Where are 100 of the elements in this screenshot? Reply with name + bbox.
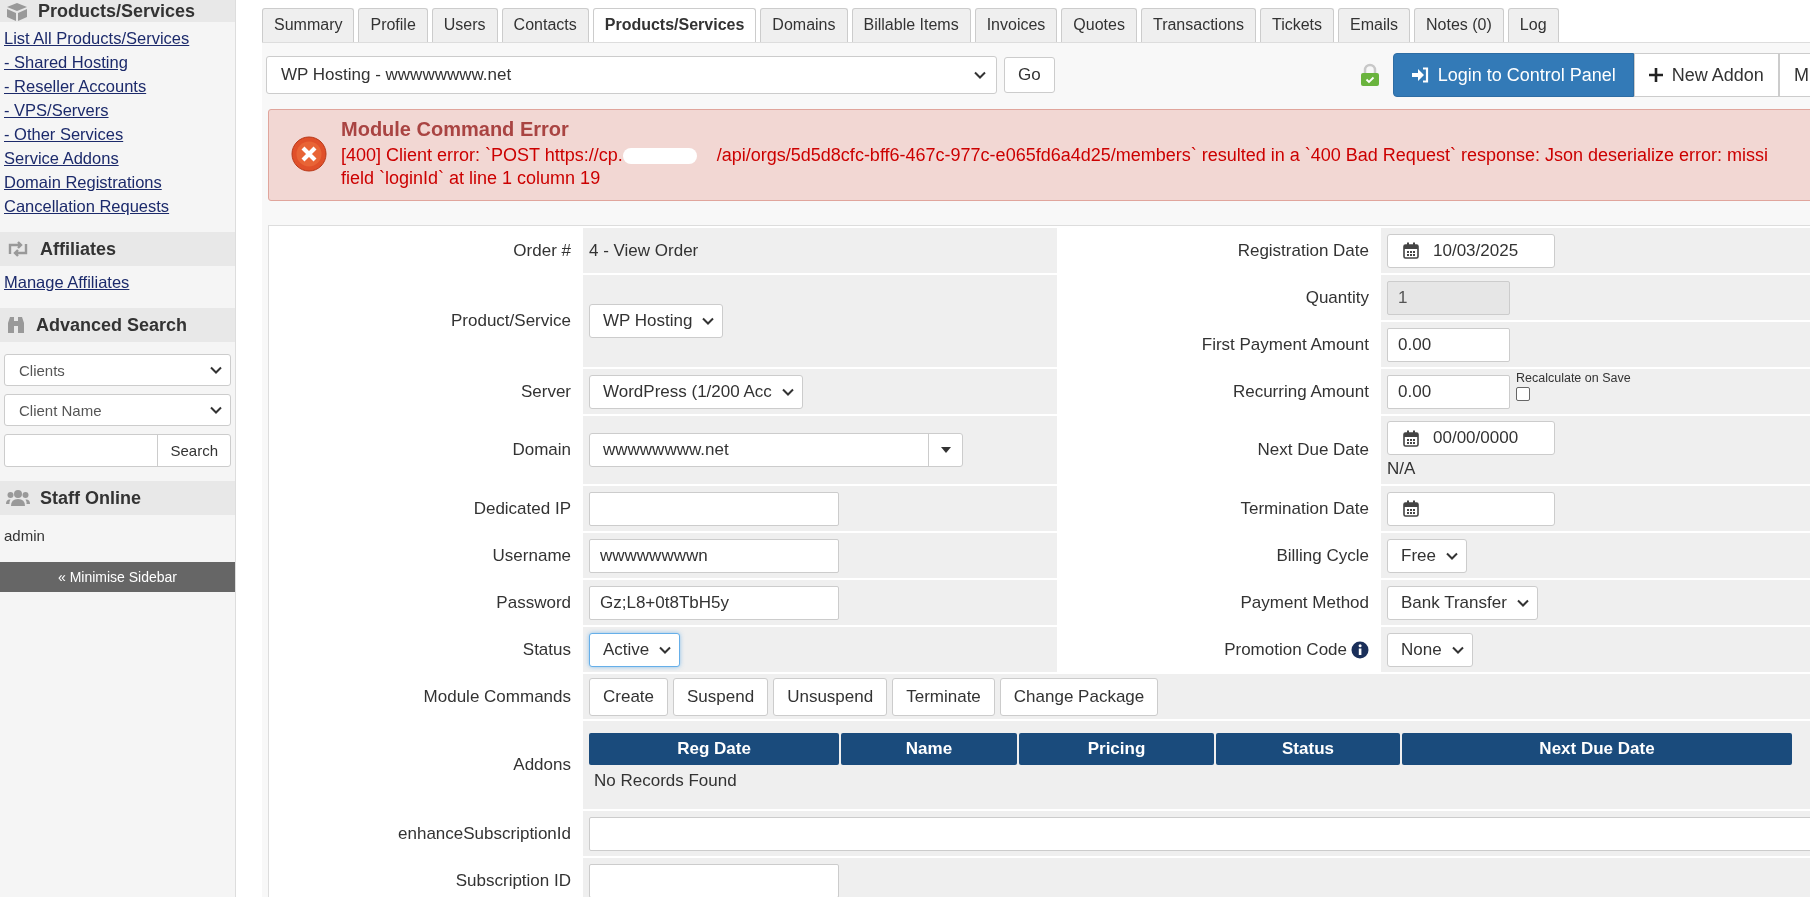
date-field[interactable] xyxy=(1387,491,1555,526)
chevron-icon xyxy=(210,366,222,374)
service-select[interactable]: WP Hosting - wwwwwwww.net xyxy=(266,56,997,94)
checkbox-label: Recalculate on Save xyxy=(1516,370,1631,385)
select-field[interactable]: WP Hosting xyxy=(589,304,724,338)
field-label: Termination Date xyxy=(1240,498,1369,519)
input-field[interactable] xyxy=(589,491,839,526)
select-field[interactable]: WordPress (1/200 Acc xyxy=(589,374,803,409)
domain-combo-field[interactable]: wwwwwwww.net xyxy=(589,433,963,467)
section-title: Staff Online xyxy=(40,487,141,509)
tab[interactable]: Quotes xyxy=(1061,8,1137,42)
field-label: Product/Service xyxy=(451,311,571,331)
chevron-icon xyxy=(210,406,222,414)
section-title: Advanced Search xyxy=(36,314,188,336)
tab[interactable]: Emails xyxy=(1338,8,1411,42)
field-label: Server xyxy=(520,381,571,402)
command-button[interactable]: Change Package xyxy=(999,677,1159,716)
sidebar-link[interactable]: Manage Affiliates xyxy=(4,270,130,294)
tab[interactable]: Contacts xyxy=(501,8,589,42)
field-label: Username xyxy=(492,545,571,566)
chevron-icon xyxy=(781,387,794,396)
tab[interactable]: Tickets xyxy=(1259,8,1335,42)
select-field[interactable]: Client Name xyxy=(4,394,231,426)
new-addon-button[interactable]: New Addon xyxy=(1633,53,1779,97)
tab[interactable]: Profile xyxy=(358,8,428,42)
tab[interactable]: Domains xyxy=(760,8,848,42)
column-header: Name xyxy=(841,733,1017,765)
select-field[interactable]: Bank Transfer xyxy=(1387,585,1538,620)
cube-icon xyxy=(6,2,28,22)
command-button[interactable]: Terminate xyxy=(892,677,995,716)
field-note: N/A xyxy=(1387,459,1417,479)
tab[interactable]: Log xyxy=(1507,8,1559,42)
field-value: 4 - View Order xyxy=(589,240,699,261)
field-label: Payment Method xyxy=(1240,592,1369,613)
input-field[interactable]: 0.00 xyxy=(1387,327,1510,362)
tab[interactable]: Invoices xyxy=(974,8,1058,42)
select-field[interactable]: None xyxy=(1387,632,1473,667)
sidebar-link[interactable]: - VPS/Servers xyxy=(4,98,109,122)
input-field[interactable]: 0.00 xyxy=(1387,374,1510,409)
field-label: Next Due Date xyxy=(1257,440,1369,460)
sidebar-link[interactable]: - Shared Hosting xyxy=(4,50,128,74)
error-message: [400] Client error: `POST https://cp. xyxy=(341,145,623,165)
search-button[interactable]: Search xyxy=(158,435,230,466)
chevron-icon xyxy=(1451,645,1464,654)
calendar-icon xyxy=(1403,429,1419,447)
tab[interactable]: Billable Items xyxy=(851,8,971,42)
plus-icon xyxy=(1648,68,1663,82)
command-button[interactable]: Suspend xyxy=(673,677,769,716)
field-label: Registration Date xyxy=(1237,240,1369,261)
chevron-icon xyxy=(659,645,672,654)
field-label: Billing Cycle xyxy=(1276,545,1369,566)
field-label: Recurring Amount xyxy=(1232,381,1369,402)
error-icon xyxy=(291,136,327,172)
command-button[interactable]: Create xyxy=(589,677,669,716)
repeat-icon xyxy=(6,240,30,258)
tab[interactable]: Transactions xyxy=(1140,8,1256,42)
sign-in-icon xyxy=(1410,67,1429,83)
tab[interactable]: Summary xyxy=(262,8,355,42)
tab[interactable]: Notes (0) xyxy=(1414,8,1504,42)
minimise-sidebar-button[interactable]: « Minimise Sidebar xyxy=(0,562,235,592)
lock-icon xyxy=(1359,63,1380,87)
sidebar-link[interactable]: - Other Services xyxy=(4,122,124,146)
sidebar-link[interactable]: - Reseller Accounts xyxy=(4,74,147,98)
input-field[interactable] xyxy=(589,816,1810,851)
caret-icon xyxy=(940,447,951,453)
sidebar-link[interactable]: Service Addons xyxy=(4,146,119,170)
go-button[interactable]: Go xyxy=(1004,57,1055,93)
select-field[interactable]: Free xyxy=(1387,538,1467,573)
sidebar-link[interactable]: Cancellation Requests xyxy=(4,194,170,218)
sidebar-link[interactable]: List All Products/Services xyxy=(4,26,190,50)
input-field[interactable]: Gz;L8+0t8TbH5y xyxy=(589,585,839,620)
calendar-icon xyxy=(1403,242,1419,259)
input-field[interactable] xyxy=(589,863,839,897)
section-title: Affiliates xyxy=(40,238,117,260)
tab[interactable]: Users xyxy=(431,8,498,42)
sidebar-link[interactable]: Domain Registrations xyxy=(4,170,162,194)
more-button[interactable]: M xyxy=(1778,53,1810,97)
section-title: Products/Services xyxy=(38,1,196,22)
date-field[interactable]: 00/00/0000 xyxy=(1387,421,1555,455)
chevron-icon xyxy=(1445,551,1458,560)
field-label: Status xyxy=(522,639,571,660)
field-label: First Payment Amount xyxy=(1201,334,1369,355)
calendar-icon xyxy=(1403,500,1419,517)
login-button[interactable]: Login to Control Panel xyxy=(1392,53,1634,97)
field-label: Subscription ID xyxy=(455,870,571,891)
select-field[interactable]: Clients xyxy=(4,354,231,386)
field-label: Dedicated IP xyxy=(473,498,571,519)
input-field[interactable]: wwwwwwwwn xyxy=(589,538,839,573)
date-field[interactable]: 10/03/2025 xyxy=(1387,233,1555,268)
checkbox[interactable] xyxy=(1516,386,1530,401)
field-label: Quantity xyxy=(1305,287,1369,308)
select-field[interactable]: Active xyxy=(589,632,681,667)
command-button[interactable]: Unsuspend xyxy=(773,677,888,716)
field-label: Domain xyxy=(512,440,571,460)
staff-name: admin xyxy=(4,526,46,546)
error-message: /api/orgs/5d5d8cfc-bff6-467c-977c-e065fd6a4d25/members` resulted in a `400 Bad Request` response: Json deserialize error: missi xyxy=(716,145,1768,165)
column-header: Reg Date xyxy=(589,733,839,765)
field-label: Promotion Code xyxy=(1224,639,1347,660)
tab[interactable]: Products/Services xyxy=(592,8,757,42)
field-label: Addons xyxy=(513,755,571,775)
